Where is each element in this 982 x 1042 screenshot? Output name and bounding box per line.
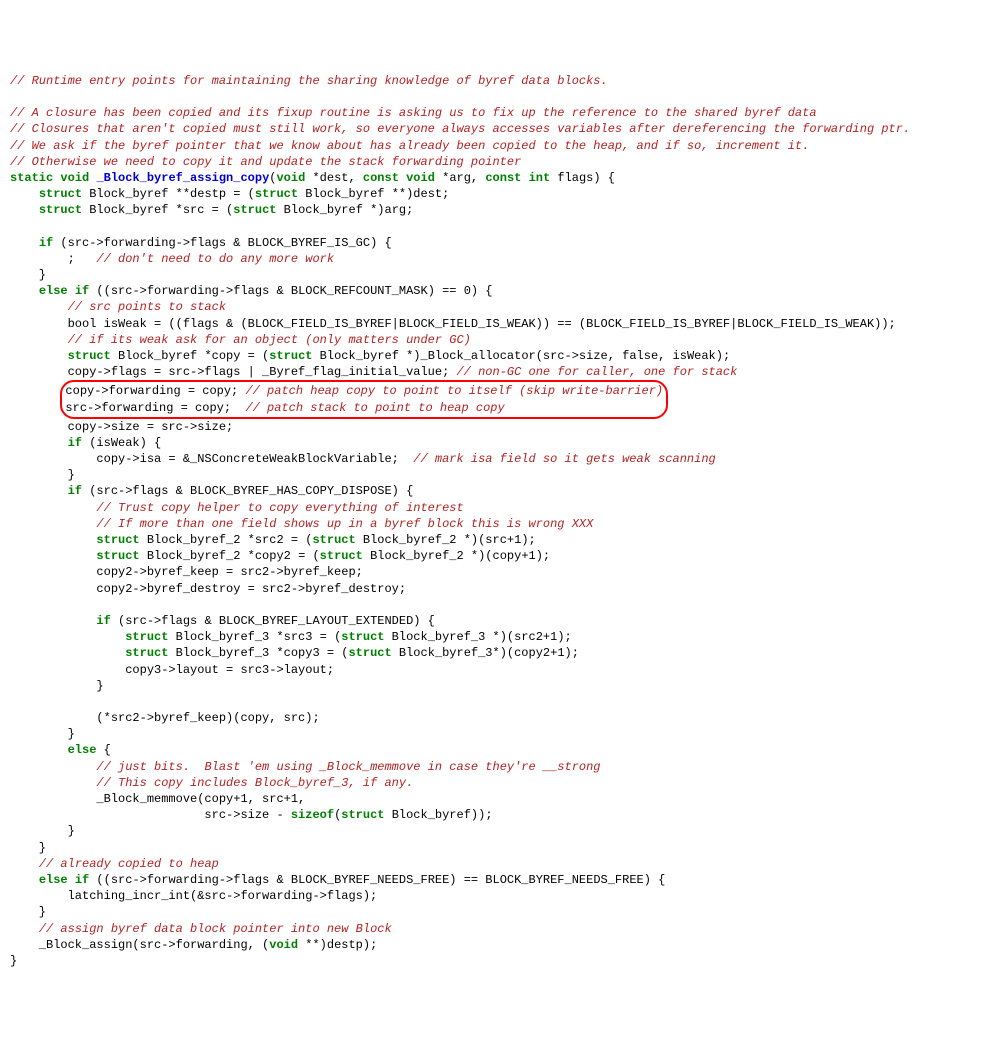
code-line: copy->isa = &_NSConcreteWeakBlockVariabl… [10,452,716,466]
keyword: const [363,171,399,185]
code-line: src->size - sizeof(struct Block_byref)); [10,808,493,822]
code-line: ; // don't need to do any more work [10,252,334,266]
code-line: (*src2->byref_keep)(copy, src); [10,711,320,725]
comment: // A closure has been copied and its fix… [10,106,817,120]
code-line: // Trust copy helper to copy everything … [10,501,464,515]
code-line: } [10,905,46,919]
code-line: // assign byref data block pointer into … [10,922,392,936]
code-line: bool isWeak = ((flags & (BLOCK_FIELD_IS_… [10,317,896,331]
code-line: else { [10,743,111,757]
code-line: struct Block_byref_2 *copy2 = (struct Bl… [10,549,550,563]
code-line: _Block_memmove(copy+1, src+1, [10,792,305,806]
code-line: _Block_assign(src->forwarding, (void **)… [10,938,377,952]
code-line: // src points to stack [10,300,226,314]
code-line: copy->flags = src->flags | _Byref_flag_i… [10,365,737,379]
keyword: void [60,171,89,185]
code-line: if (isWeak) { [10,436,161,450]
code-line: else if ((src->forwarding->flags & BLOCK… [10,873,665,887]
keyword: const [485,171,521,185]
code-line: copy2->byref_destroy = src2->byref_destr… [10,582,406,596]
keyword: static [10,171,53,185]
code-line: copy->size = src->size; [10,420,233,434]
code-line: copy2->byref_keep = src2->byref_keep; [10,565,363,579]
highlighted-code: copy->forwarding = copy; // patch heap c… [10,401,668,415]
code-line: } [10,679,104,693]
code-line: } [10,824,75,838]
code-line: } [10,727,75,741]
comment: // Otherwise we need to copy it and upda… [10,155,521,169]
function-signature: static void _Block_byref_assign_copy(voi… [10,171,615,185]
code-line: else if ((src->forwarding->flags & BLOCK… [10,284,493,298]
code-line: if (src->forwarding->flags & BLOCK_BYREF… [10,236,392,250]
code-line: // if its weak ask for an object (only m… [10,333,471,347]
code-line: latching_incr_int(&src->forwarding->flag… [10,889,377,903]
code-line: // This copy includes Block_byref_3, if … [10,776,413,790]
comment: // We ask if the byref pointer that we k… [10,139,809,153]
keyword: void [406,171,435,185]
code-line: // just bits. Blast 'em using _Block_mem… [10,760,601,774]
comment: // Closures that aren't copied must stil… [10,122,910,136]
code-line: // If more than one field shows up in a … [10,517,593,531]
code-line: struct Block_byref *src = (struct Block_… [10,203,413,217]
code-line: struct Block_byref_3 *src3 = (struct Blo… [10,630,572,644]
code-line: } [10,954,17,968]
code-line: struct Block_byref_2 *src2 = (struct Blo… [10,533,536,547]
code-line: } [10,841,46,855]
code-line: struct Block_byref_3 *copy3 = (struct Bl… [10,646,579,660]
code-line: if (src->flags & BLOCK_BYREF_LAYOUT_EXTE… [10,614,435,628]
keyword: void [276,171,305,185]
code-line: struct Block_byref *copy = (struct Block… [10,349,730,363]
code-line: copy3->layout = src3->layout; [10,663,334,677]
code-line: struct Block_byref **destp = (struct Blo… [10,187,449,201]
comment: // Runtime entry points for maintaining … [10,74,608,88]
code-line: if (src->flags & BLOCK_BYREF_HAS_COPY_DI… [10,484,413,498]
code-line: } [10,268,46,282]
function-name: _Block_byref_assign_copy [96,171,269,185]
keyword: int [529,171,551,185]
code-line: } [10,468,75,482]
code-line: // already copied to heap [10,857,219,871]
